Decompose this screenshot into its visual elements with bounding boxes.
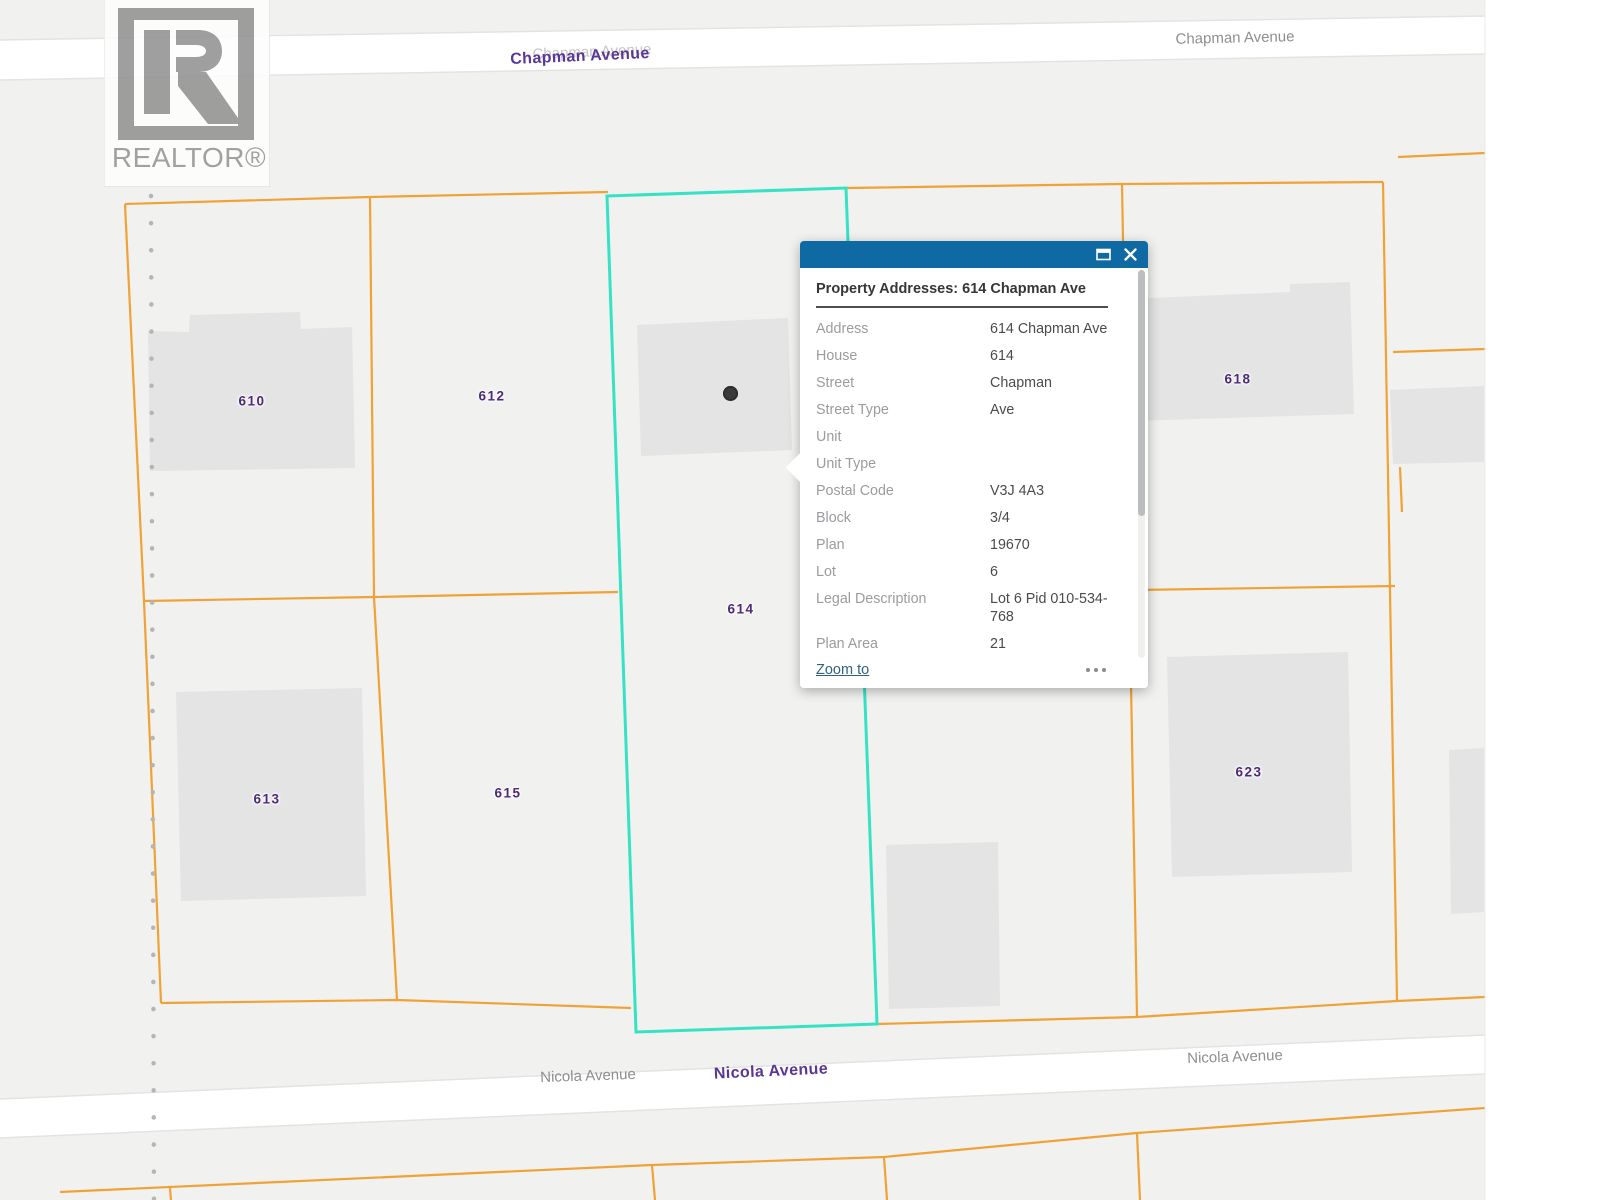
- popup-footer: Zoom to: [816, 662, 1108, 678]
- realtor-r-logo-icon: [118, 8, 254, 140]
- field-value: 21: [990, 635, 1108, 653]
- street-label-chapman-secondary: Chapman Avenue: [1175, 28, 1294, 48]
- field-label: Lot: [816, 563, 990, 581]
- field-label: Street Type: [816, 401, 990, 419]
- field-row-unit: Unit: [816, 428, 1108, 446]
- selected-point-marker: [723, 386, 738, 401]
- parcel-label-613: 613: [253, 792, 280, 807]
- dock-window-icon: [1096, 248, 1111, 261]
- realtor-wordmark: REALTOR®: [111, 142, 267, 174]
- field-label: Legal Description: [816, 590, 990, 626]
- field-row-block: Block 3/4: [816, 509, 1108, 527]
- popup-title-bar: [800, 241, 1148, 268]
- field-value: 6: [990, 563, 1108, 581]
- field-value: 614: [990, 347, 1108, 365]
- field-value: 614 Chapman Ave: [990, 320, 1108, 338]
- field-label: Plan Area: [816, 635, 990, 653]
- zoom-to-link[interactable]: Zoom to: [816, 662, 869, 678]
- field-value: V3J 4A3: [990, 482, 1108, 500]
- popup-title: Property Addresses: 614 Chapman Ave: [816, 281, 1108, 308]
- close-icon: [1124, 248, 1137, 261]
- field-row-address: Address 614 Chapman Ave: [816, 320, 1108, 338]
- field-row-plan-area: Plan Area 21: [816, 635, 1108, 653]
- parcel-label-618: 618: [1224, 372, 1251, 387]
- field-row-postal-code: Postal Code V3J 4A3: [816, 482, 1108, 500]
- parcel-label-610: 610: [238, 394, 265, 409]
- street-label-nicola-left: Nicola Avenue: [540, 1066, 636, 1086]
- ellipsis-icon: [1086, 668, 1090, 672]
- field-value: [990, 428, 1108, 446]
- popup-body: Property Addresses: 614 Chapman Ave Addr…: [800, 268, 1148, 688]
- realtor-watermark: REALTOR®: [104, 0, 270, 187]
- field-row-lot: Lot 6: [816, 563, 1108, 581]
- field-label: Street: [816, 374, 990, 392]
- dock-window-button[interactable]: [1096, 248, 1111, 261]
- field-row-street: Street Chapman: [816, 374, 1108, 392]
- close-popup-button[interactable]: [1124, 248, 1137, 261]
- parcel-label-623: 623: [1235, 765, 1262, 780]
- field-value: Lot 6 Pid 010-534-768: [990, 590, 1108, 626]
- field-label: Block: [816, 509, 990, 527]
- field-value: Chapman: [990, 374, 1108, 392]
- field-row-unit-type: Unit Type: [816, 455, 1108, 473]
- field-label: Address: [816, 320, 990, 338]
- field-row-legal-description: Legal Description Lot 6 Pid 010-534-768: [816, 590, 1108, 626]
- field-label: House: [816, 347, 990, 365]
- field-label: Unit Type: [816, 455, 990, 473]
- field-value: Ave: [990, 401, 1108, 419]
- parcel-label-615: 615: [494, 786, 521, 801]
- field-value: [990, 455, 1108, 473]
- field-value: 3/4: [990, 509, 1108, 527]
- field-value: 19670: [990, 536, 1108, 554]
- property-popup: Property Addresses: 614 Chapman Ave Addr…: [800, 241, 1148, 688]
- field-label: Plan: [816, 536, 990, 554]
- street-label-nicola-right: Nicola Avenue: [1187, 1047, 1283, 1067]
- field-row-plan: Plan 19670: [816, 536, 1108, 554]
- map-application: REALTOR® Chapman Avenue Chapman Avenue C…: [0, 0, 1600, 1200]
- field-row-street-type: Street Type Ave: [816, 401, 1108, 419]
- field-label: Postal Code: [816, 482, 990, 500]
- parcel-label-614: 614: [727, 602, 754, 617]
- more-options-button[interactable]: [1084, 664, 1108, 676]
- parcel-label-612: 612: [478, 389, 505, 404]
- field-label: Unit: [816, 428, 990, 446]
- popup-scrollbar-thumb[interactable]: [1138, 270, 1145, 516]
- field-row-house: House 614: [816, 347, 1108, 365]
